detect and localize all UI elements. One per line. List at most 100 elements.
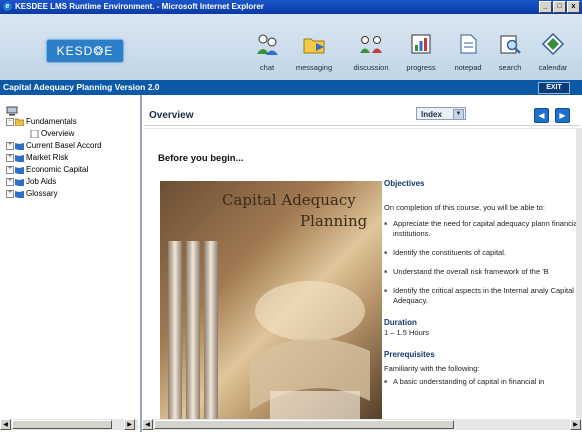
objectives-heading: Objectives xyxy=(384,179,425,188)
prerequisites-heading: Prerequisites xyxy=(384,350,435,359)
messaging-button[interactable]: messaging xyxy=(291,32,337,82)
objective-item: Appreciate the need for capital adequacy… xyxy=(384,219,576,239)
app-header: KESD❂E chat messaging discussion progres… xyxy=(0,14,582,80)
content-horizontal-scrollbar[interactable]: ◀ ▶ xyxy=(142,419,582,430)
course-cover-image: Capital Adequacy Planning xyxy=(160,181,382,419)
tree-item-current-basel-accord[interactable]: + Current Basel Accord xyxy=(6,141,102,151)
tree-item-job-aids[interactable]: + Job Aids xyxy=(6,177,56,187)
before-heading: Before you begin... xyxy=(158,153,244,164)
content-pane: Overview Index ▼ ◀ ▶ Before you begin...… xyxy=(142,95,582,432)
book-icon xyxy=(15,154,24,162)
expand-icon[interactable]: + xyxy=(6,153,14,162)
collapse-icon[interactable]: − xyxy=(6,117,14,126)
tree-horizontal-scrollbar[interactable]: ◀ ▶ xyxy=(0,419,138,430)
column-decoration xyxy=(168,241,182,419)
discussion-button[interactable]: discussion xyxy=(347,32,395,82)
window-title-bar: e KESDEE LMS Runtime Environment. - Micro… xyxy=(0,0,582,14)
objectives-intro: On completion of this course, you will b… xyxy=(384,203,545,212)
prerequisites-intro: Familiarity with the following: xyxy=(384,364,480,373)
expand-icon[interactable]: + xyxy=(6,189,14,198)
content-vertical-scrollbar[interactable] xyxy=(576,128,582,418)
tree-item-label: Market Risk xyxy=(26,153,69,162)
search-icon xyxy=(500,35,521,54)
tree-item-label: Job Aids xyxy=(26,177,57,186)
notepad-label: notepad xyxy=(454,63,482,72)
notepad-button[interactable]: notepad xyxy=(448,32,488,82)
scrollbar-thumb[interactable] xyxy=(154,420,454,429)
tree-item-label: Overview xyxy=(41,129,75,138)
objective-item: Understand the overall risk framework of… xyxy=(384,267,576,277)
calendar-button[interactable]: calendar xyxy=(532,32,574,82)
discussion-label: discussion xyxy=(353,63,389,72)
column-decoration xyxy=(186,241,200,419)
duration-heading: Duration xyxy=(384,318,417,327)
tree-item-label: Economic Capital xyxy=(26,165,89,174)
ie-logo-icon: e xyxy=(3,2,12,11)
progress-label: progress xyxy=(406,63,436,72)
tree-item-overview[interactable]: Overview xyxy=(30,129,74,139)
minimize-button[interactable]: _ xyxy=(539,1,552,13)
messaging-folder-icon xyxy=(303,38,325,54)
expand-icon[interactable]: + xyxy=(6,177,14,186)
window-controls: _ □ x xyxy=(538,1,580,15)
objective-item: Identify the constituents of capital. xyxy=(384,248,576,258)
header-divider xyxy=(144,125,580,126)
open-folder-icon xyxy=(15,118,24,126)
index-dropdown[interactable]: Index ▼ xyxy=(416,107,466,120)
cover-title-line1: Capital Adequacy xyxy=(222,191,356,209)
tree-item-fundamentals[interactable]: − Fundamentals xyxy=(6,117,77,127)
window-title: KESDEE LMS Runtime Environment. - Micros… xyxy=(15,2,264,11)
objective-item: Identify the critical aspects in the Int… xyxy=(384,286,576,306)
tree-item-glossary[interactable]: + Glossary xyxy=(6,189,58,199)
scroll-left-button[interactable]: ◀ xyxy=(0,419,11,430)
progress-button[interactable]: progress xyxy=(401,32,441,82)
scroll-right-button[interactable]: ▶ xyxy=(570,419,581,430)
expand-icon[interactable]: + xyxy=(6,141,14,150)
book-icon xyxy=(15,178,24,186)
book-icon xyxy=(15,142,24,150)
scroll-right-button[interactable]: ▶ xyxy=(124,419,135,430)
book-icon xyxy=(15,166,24,174)
page-title: Overview xyxy=(149,110,194,121)
cover-title-line2: Planning xyxy=(300,212,368,230)
index-label: Index xyxy=(421,110,442,119)
book-icon xyxy=(15,190,24,198)
search-button[interactable]: search xyxy=(494,32,526,82)
tree-item-label: Glossary xyxy=(26,189,58,198)
exit-button[interactable]: EXIT xyxy=(538,82,570,94)
progress-icon xyxy=(411,34,431,54)
tree-item-economic-capital[interactable]: + Economic Capital xyxy=(6,165,88,175)
computer-icon xyxy=(6,106,18,116)
page-icon xyxy=(30,129,39,138)
lesson-content: Before you begin... Capital Adequacy Pla… xyxy=(144,128,576,419)
maximize-button[interactable]: □ xyxy=(553,1,566,13)
tree-item-label: Fundamentals xyxy=(26,117,77,126)
calendar-icon xyxy=(541,32,565,56)
column-decoration xyxy=(204,241,218,419)
course-info: Objectives On completion of this course,… xyxy=(384,179,576,387)
next-page-button[interactable]: ▶ xyxy=(555,108,570,123)
handshake-collage-icon xyxy=(250,281,370,419)
kesdee-logo: KESD❂E xyxy=(46,39,124,63)
tree-item-market-risk[interactable]: + Market Risk xyxy=(6,153,68,163)
scroll-left-button[interactable]: ◀ xyxy=(142,419,153,430)
messaging-label: messaging xyxy=(295,63,333,72)
course-title: Capital Adequacy Planning Version 2.0 xyxy=(3,82,160,92)
prerequisite-item: A basic understanding of capital in fina… xyxy=(384,377,576,387)
scrollbar-thumb[interactable] xyxy=(12,420,112,429)
expand-icon[interactable]: + xyxy=(6,165,14,174)
previous-page-button[interactable]: ◀ xyxy=(534,108,549,123)
tree-item-label: Current Basel Accord xyxy=(26,141,102,150)
close-button[interactable]: x xyxy=(567,1,580,13)
calendar-label: calendar xyxy=(538,63,568,72)
notepad-icon xyxy=(460,34,477,54)
chat-label: chat xyxy=(259,63,275,72)
chevron-down-icon: ▼ xyxy=(453,109,464,120)
chat-button[interactable]: chat xyxy=(247,32,287,82)
course-tree-pane: − Fundamentals Overview + Current Basel Ac… xyxy=(0,95,142,432)
search-label: search xyxy=(498,63,522,72)
duration-value: 1 – 1.5 Hours xyxy=(384,328,430,337)
chat-icon xyxy=(257,34,278,55)
discussion-icon xyxy=(360,36,382,53)
course-title-bar: Capital Adequacy Planning Version 2.0 EX… xyxy=(0,80,582,95)
